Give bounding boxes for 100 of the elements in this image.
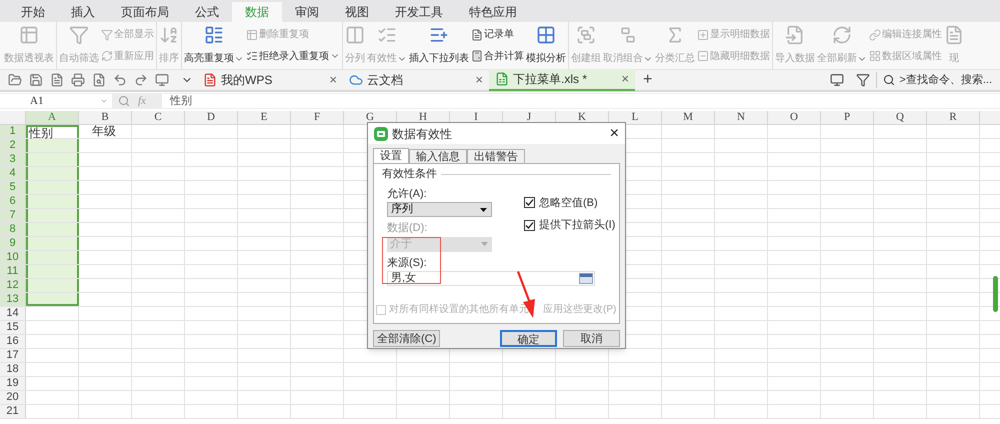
grid-icon xyxy=(536,25,556,45)
row-header[interactable]: 18 xyxy=(0,363,26,376)
tab-label: 下拉菜单.xls * xyxy=(513,71,588,88)
document-tab[interactable]: 我的WPS × xyxy=(197,69,343,91)
save-icon[interactable] xyxy=(29,73,43,87)
close-button[interactable]: × xyxy=(475,70,483,90)
row-header[interactable]: 16 xyxy=(0,335,26,348)
folder-icon[interactable] xyxy=(8,73,22,87)
redo-icon[interactable] xyxy=(134,73,148,87)
zoom-icon[interactable] xyxy=(118,95,130,107)
group-icon xyxy=(576,25,596,45)
dialog-tab[interactable]: 设置 xyxy=(373,148,409,163)
row-header[interactable]: 17 xyxy=(0,349,26,362)
selected-cell[interactable] xyxy=(26,279,79,292)
document-tab[interactable]: 下拉菜单.xls * × xyxy=(489,69,635,91)
new-tab-button[interactable]: + xyxy=(635,68,660,92)
close-button[interactable]: × xyxy=(329,70,337,90)
file-import-icon xyxy=(785,25,805,45)
selected-cell[interactable] xyxy=(26,293,79,306)
filter-icon[interactable] xyxy=(856,73,870,87)
column-header[interactable]: E xyxy=(238,111,291,124)
formula-field[interactable]: 性别 xyxy=(162,94,1000,108)
column-header[interactable]: F xyxy=(291,111,344,124)
column-header[interactable]: A xyxy=(26,111,79,124)
caret-icon xyxy=(480,208,487,212)
selected-cell[interactable] xyxy=(26,237,79,250)
column-header[interactable]: D xyxy=(185,111,238,124)
selected-cell[interactable] xyxy=(26,181,79,194)
close-button[interactable]: × xyxy=(610,126,619,142)
highlight-box xyxy=(382,237,441,284)
document-icon[interactable] xyxy=(50,73,64,87)
ribbon-button[interactable]: 合并计算 xyxy=(470,48,525,64)
dialog-button[interactable]: 全部清除(C) xyxy=(373,330,440,347)
dialog-title: 数据有效性 xyxy=(392,126,453,142)
ribbon-button[interactable]: 模拟分析 xyxy=(525,22,567,69)
row-header[interactable]: 20 xyxy=(0,391,26,404)
checkbox-label: 应用这些更改(P) xyxy=(543,302,616,317)
ribbon-button[interactable]: 高亮重复项 xyxy=(183,22,245,69)
column-header[interactable]: R xyxy=(927,111,980,124)
selected-cell[interactable]: 性别 xyxy=(26,125,79,138)
column-header[interactable]: M xyxy=(662,111,715,124)
document-tab[interactable]: 云文档 × xyxy=(343,69,489,91)
column-header[interactable]: B xyxy=(79,111,132,124)
ribbon-tab[interactable]: 审阅 xyxy=(282,2,332,22)
print-preview-icon[interactable] xyxy=(92,73,106,87)
ribbon-button[interactable]: 拒绝录入重复项 xyxy=(245,48,341,64)
selected-cell[interactable] xyxy=(26,167,79,180)
range-select-icon[interactable] xyxy=(579,273,593,284)
spreadsheet-icon xyxy=(495,72,509,86)
tab-label: 云文档 xyxy=(367,72,404,89)
selected-cell[interactable] xyxy=(26,195,79,208)
dropdown-select[interactable]: 序列 xyxy=(387,202,492,217)
minus-icon xyxy=(697,50,709,62)
selected-cell[interactable] xyxy=(26,209,79,222)
dialog-button[interactable]: 确定 xyxy=(500,330,557,347)
link-icon xyxy=(869,28,881,41)
checkbox[interactable]: 忽略空值(B) xyxy=(524,194,616,211)
selected-cell[interactable] xyxy=(26,265,79,278)
source-field[interactable]: 男,女 xyxy=(387,271,595,286)
monitor-icon[interactable] xyxy=(830,73,844,87)
grid-icon xyxy=(869,50,881,62)
tab-label: 我的WPS xyxy=(221,72,274,89)
selected-cell[interactable] xyxy=(26,251,79,264)
ribbon-tab[interactable]: 公式 xyxy=(182,2,232,22)
ribbon-tab[interactable]: 页面布局 xyxy=(108,2,182,22)
selected-cell[interactable] xyxy=(26,153,79,166)
document-icon xyxy=(203,73,217,87)
scroll-handle[interactable] xyxy=(993,276,998,312)
field-label: 数据(D): xyxy=(387,221,428,236)
ribbon-tab[interactable]: 视图 xyxy=(332,2,382,22)
ribbon-button[interactable]: 插入下拉列表 xyxy=(408,22,470,69)
dialog-tab[interactable]: 出错警告 xyxy=(467,149,525,164)
print-icon[interactable] xyxy=(71,73,85,87)
search-icon xyxy=(883,74,896,86)
row-header[interactable]: 21 xyxy=(0,405,26,418)
column-header[interactable]: C xyxy=(132,111,185,124)
column-header[interactable]: O xyxy=(768,111,821,124)
undo-icon[interactable] xyxy=(113,73,127,87)
checkbox[interactable]: 提供下拉箭头(I) xyxy=(524,217,616,234)
ribbon-tab[interactable]: 插入 xyxy=(58,2,108,22)
ribbon-tab[interactable]: 开发工具 xyxy=(382,2,456,22)
ribbon-tab[interactable]: 特色应用 xyxy=(456,2,530,22)
dialog-tab[interactable]: 输入信息 xyxy=(409,149,467,164)
row-header[interactable]: 15 xyxy=(0,321,26,334)
row-header[interactable]: 14 xyxy=(0,307,26,320)
selected-cell[interactable] xyxy=(26,223,79,236)
ribbon-tab[interactable]: 开始 xyxy=(8,2,58,22)
column-header[interactable]: Q xyxy=(874,111,927,124)
search-field[interactable]: >查找命令、搜索... xyxy=(876,72,1000,88)
cell-text: 年级 xyxy=(92,124,116,138)
column-header[interactable]: P xyxy=(821,111,874,124)
name-box[interactable]: A1 xyxy=(0,94,112,108)
selected-cell[interactable] xyxy=(26,139,79,152)
close-button[interactable]: × xyxy=(621,69,629,89)
ribbon-button[interactable]: 记录单 xyxy=(470,27,525,42)
dialog-button[interactable]: 取消 xyxy=(563,330,620,347)
column-header[interactable]: N xyxy=(715,111,768,124)
cell-text: 性别 xyxy=(29,126,53,140)
document-icon xyxy=(944,25,964,45)
row-header[interactable]: 19 xyxy=(0,377,26,390)
